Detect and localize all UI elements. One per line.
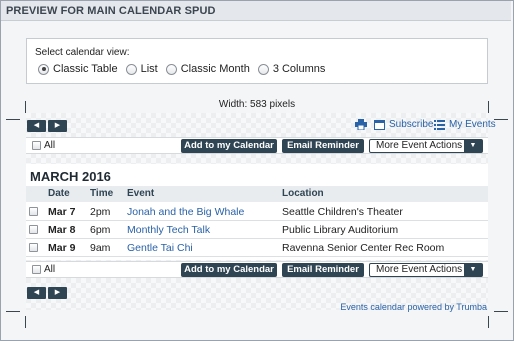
- print-button[interactable]: [355, 119, 371, 130]
- crop-mark: [6, 311, 20, 312]
- calendar-view-selector: Select calendar view: Classic Table List…: [26, 38, 488, 84]
- subscribe-label: Subscribe: [389, 119, 434, 130]
- calendar-icon: [374, 120, 385, 130]
- event-checkbox[interactable]: [29, 225, 38, 234]
- select-all-label: All: [44, 140, 56, 151]
- select-all-checkbox[interactable]: [32, 265, 41, 274]
- chevron-right-icon: ▶: [54, 289, 61, 296]
- powered-by-link[interactable]: Events calendar powered by Trumba: [340, 302, 487, 312]
- radio-selected-icon[interactable]: [38, 63, 49, 75]
- window-title: PREVIEW FOR MAIN CALENDAR SPUD: [1, 1, 511, 21]
- view-option-classic-month[interactable]: Classic Month: [165, 63, 250, 75]
- event-date: Mar 9: [48, 242, 76, 254]
- prev-page-button[interactable]: ◀: [27, 120, 46, 132]
- event-link[interactable]: Gentle Tai Chi: [127, 242, 193, 254]
- event-date: Mar 8: [48, 224, 76, 236]
- event-checkbox[interactable]: [29, 207, 38, 216]
- next-page-button[interactable]: ▶: [48, 120, 67, 132]
- event-time: 9am: [90, 242, 111, 254]
- event-link[interactable]: Jonah and the Big Whale: [127, 206, 244, 218]
- prev-page-button[interactable]: ◀: [27, 287, 46, 299]
- column-header-date: Date: [48, 188, 70, 199]
- view-option-label: 3 Columns: [272, 63, 326, 75]
- my-events-link[interactable]: My Events: [434, 119, 496, 130]
- subscribe-link[interactable]: Subscribe: [374, 119, 433, 130]
- event-time: 2pm: [90, 206, 111, 218]
- more-event-actions-dropdown[interactable]: More Event Actions ▼: [369, 139, 483, 153]
- radio-icon[interactable]: [257, 63, 269, 75]
- column-header-event: Event: [127, 188, 155, 199]
- column-header-time: Time: [90, 188, 114, 199]
- chevron-down-icon[interactable]: ▼: [464, 140, 482, 152]
- event-location: Seattle Children's Theater: [282, 206, 403, 218]
- more-event-actions-dropdown[interactable]: More Event Actions ▼: [369, 263, 483, 277]
- chevron-left-icon: ◀: [33, 289, 40, 296]
- select-all-checkbox[interactable]: [32, 141, 41, 150]
- crop-mark: [25, 316, 26, 328]
- width-indicator: Width: 583 pixels: [218, 99, 296, 110]
- list-icon: [434, 119, 445, 130]
- radio-icon[interactable]: [165, 63, 177, 75]
- email-reminder-button[interactable]: Email Reminder: [282, 263, 364, 277]
- event-checkbox[interactable]: [29, 243, 38, 252]
- event-location: Ravenna Senior Center Rec Room: [282, 242, 445, 254]
- month-heading: MARCH 2016: [30, 169, 111, 184]
- crop-mark: [488, 316, 489, 328]
- event-link[interactable]: Monthly Tech Talk: [127, 224, 210, 236]
- add-to-calendar-button[interactable]: Add to my Calendar: [181, 139, 277, 153]
- my-events-label: My Events: [449, 119, 496, 130]
- more-actions-label: More Event Actions: [376, 140, 463, 151]
- next-page-button[interactable]: ▶: [48, 287, 67, 299]
- add-to-calendar-button[interactable]: Add to my Calendar: [181, 263, 277, 277]
- radio-icon[interactable]: [125, 63, 137, 75]
- email-reminder-button[interactable]: Email Reminder: [282, 139, 364, 153]
- event-location: Public Library Auditorium: [282, 224, 399, 236]
- column-header-location: Location: [282, 188, 324, 199]
- chevron-right-icon: ▶: [54, 122, 61, 129]
- view-option-label: List: [140, 63, 158, 75]
- chevron-down-icon[interactable]: ▼: [464, 264, 482, 276]
- view-selector-label: Select calendar view:: [35, 47, 130, 58]
- select-all-label: All: [44, 264, 56, 275]
- view-option-classic-table[interactable]: Classic Table: [38, 63, 118, 75]
- chevron-left-icon: ◀: [33, 122, 40, 129]
- crop-mark: [494, 311, 508, 312]
- view-option-list[interactable]: List: [125, 63, 158, 75]
- event-date: Mar 7: [48, 206, 76, 218]
- view-option-label: Classic Month: [180, 63, 250, 75]
- view-option-label: Classic Table: [53, 63, 118, 75]
- printer-icon: [355, 119, 367, 130]
- view-option-3-columns[interactable]: 3 Columns: [257, 63, 326, 75]
- more-actions-label: More Event Actions: [376, 264, 463, 275]
- crop-mark: [494, 119, 508, 120]
- crop-mark: [6, 119, 20, 120]
- event-time: 6pm: [90, 224, 111, 236]
